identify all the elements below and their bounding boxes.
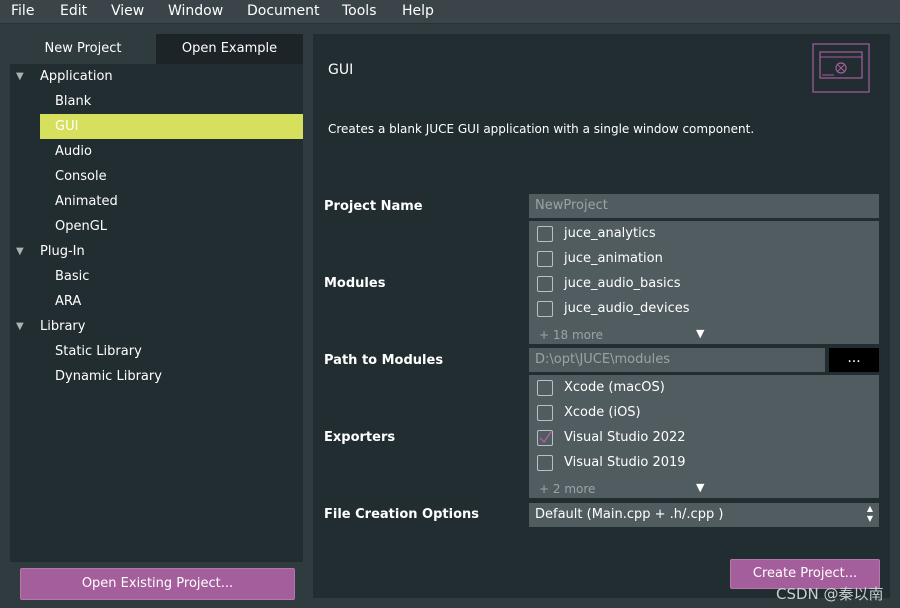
modules-label: Modules [324,276,386,291]
file-creation-options-label: File Creation Options [324,507,480,522]
tree-category-application[interactable]: Application [40,64,113,89]
tree-item-gui[interactable]: GUI [55,114,78,139]
tree-item-animated[interactable]: Animated [55,189,118,214]
tree-item-dynamic-library[interactable]: Dynamic Library [55,364,162,389]
tree-item-blank[interactable]: Blank [55,89,91,114]
checkbox[interactable] [537,430,553,446]
checkbox[interactable] [537,405,553,421]
module-label: juce_audio_devices [564,301,690,316]
tree-category-plugin[interactable]: Plug-In [40,239,85,264]
checkbox[interactable] [537,251,553,267]
module-label: juce_audio_basics [564,276,681,291]
template-sidebar: New Project Open Example ▼ Application B… [10,34,303,562]
exporter-label: Xcode (macOS) [564,380,665,395]
checkbox[interactable] [537,276,553,292]
triangle-down-icon[interactable]: ▼ [696,481,704,494]
template-details-panel: GUI Creates a blank JUCE GUI application… [313,34,890,598]
checkbox[interactable] [537,455,553,471]
project-name-label: Project Name [324,199,423,214]
tree-item-opengl[interactable]: OpenGL [55,214,107,239]
exporters-label: Exporters [324,430,396,445]
path-value: D:\opt\JUCE\modules [535,352,670,367]
tab-open-example[interactable]: Open Example [156,34,303,64]
project-name-input[interactable]: NewProject [529,194,879,218]
browse-button[interactable]: ... [829,348,879,372]
menu-bar: File Edit View Window Document Tools Hel… [0,0,900,24]
exporter-label: Visual Studio 2019 [564,455,686,470]
tab-new-project[interactable]: New Project [10,34,156,64]
project-name-placeholder: NewProject [535,198,608,213]
gui-window-icon [812,43,870,93]
selection-highlight [40,114,303,139]
tree-category-library[interactable]: Library [40,314,85,339]
path-to-modules-label: Path to Modules [324,353,444,368]
chevron-down-icon[interactable]: ▼ [16,239,26,264]
menu-view[interactable]: View [111,3,144,19]
template-title: GUI [328,62,354,78]
tree-item-basic[interactable]: Basic [55,264,89,289]
watermark: CSDN @秦以南 [776,585,884,603]
menu-tools[interactable]: Tools [342,3,377,19]
triangle-down-icon[interactable]: ▼ [696,327,704,340]
tree-item-ara[interactable]: ARA [55,289,81,314]
checkbox[interactable] [537,380,553,396]
exporters-list[interactable]: Xcode (macOS) Xcode (iOS) Visual Studio … [529,375,879,498]
modules-more-text[interactable]: + 18 more [539,328,603,342]
menu-file[interactable]: File [11,3,34,19]
file-creation-options-select[interactable]: Default (Main.cpp + .h/.cpp ) ▲ ▼ [529,503,879,527]
menu-edit[interactable]: Edit [60,3,87,19]
menu-help[interactable]: Help [402,3,434,19]
exporter-label: Visual Studio 2022 [564,430,686,445]
modules-list[interactable]: juce_analytics juce_animation juce_audio… [529,221,879,344]
open-existing-project-button[interactable]: Open Existing Project... [20,568,295,600]
checkbox[interactable] [537,301,553,317]
file-creation-options-value: Default (Main.cpp + .h/.cpp ) [535,507,724,522]
up-down-arrows-icon: ▲ ▼ [866,504,873,523]
checkbox[interactable] [537,226,553,242]
checkmark-icon [539,431,552,444]
chevron-down-icon[interactable]: ▼ [16,64,26,89]
chevron-down-icon[interactable]: ▼ [16,314,26,339]
module-label: juce_analytics [564,226,656,241]
module-label: juce_animation [564,251,663,266]
exporters-more-text[interactable]: + 2 more [539,482,595,496]
exporter-label: Xcode (iOS) [564,405,641,420]
path-to-modules-input[interactable]: D:\opt\JUCE\modules [529,348,825,372]
menu-document[interactable]: Document [247,3,320,19]
menu-window[interactable]: Window [168,3,223,19]
tree-item-audio[interactable]: Audio [55,139,92,164]
template-description: Creates a blank JUCE GUI application wit… [328,122,755,136]
tree-item-console[interactable]: Console [55,164,107,189]
tree-item-static-library[interactable]: Static Library [55,339,142,364]
